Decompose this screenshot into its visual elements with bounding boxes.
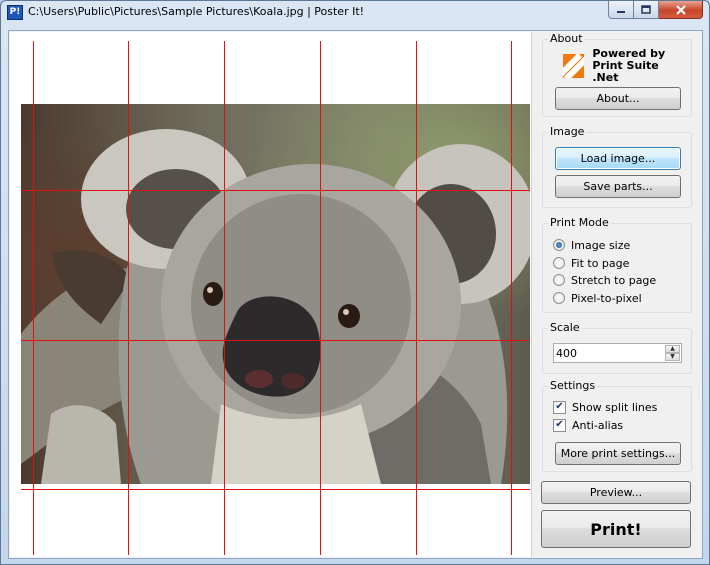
scale-group-title: Scale bbox=[548, 321, 582, 334]
minimize-icon bbox=[617, 10, 625, 13]
scale-stepper[interactable]: ▲ ▼ bbox=[553, 343, 682, 363]
poster-preview[interactable] bbox=[10, 32, 532, 557]
load-image-button[interactable]: Load image... bbox=[555, 147, 681, 170]
radio-button[interactable] bbox=[553, 239, 565, 251]
caption-buttons bbox=[608, 1, 703, 19]
scale-group: Scale ▲ ▼ bbox=[542, 321, 692, 374]
split-line-vertical bbox=[224, 41, 225, 555]
image-group-title: Image bbox=[548, 125, 587, 138]
save-parts-button[interactable]: Save parts... bbox=[555, 175, 681, 198]
app-window: P! C:\Users\Public\Pictures\Sample Pictu… bbox=[0, 0, 710, 565]
show-split-lines-checkbox[interactable]: ✔ bbox=[553, 400, 566, 414]
split-line-vertical bbox=[33, 41, 34, 555]
image-group: Image Load image... Save parts... bbox=[542, 125, 692, 208]
show-split-lines-checkbox-row[interactable]: ✔ Show split lines bbox=[553, 399, 657, 415]
radio-button[interactable] bbox=[553, 274, 565, 286]
split-line-vertical bbox=[416, 41, 417, 555]
window-title: C:\Users\Public\Pictures\Sample Pictures… bbox=[28, 5, 365, 18]
split-line-horizontal bbox=[21, 340, 530, 341]
settings-group: Settings ✔ Show split lines ✔ Anti-alias… bbox=[542, 379, 692, 472]
anti-alias-checkbox[interactable]: ✔ bbox=[553, 418, 566, 432]
sidebar: About Powered by Print Suite .Net About.… bbox=[540, 31, 700, 558]
settings-group-title: Settings bbox=[548, 379, 598, 392]
split-line-horizontal bbox=[21, 489, 530, 490]
radio-fit-to-page[interactable]: Fit to page bbox=[553, 255, 629, 271]
anti-alias-label: Anti-alias bbox=[572, 418, 624, 432]
print-suite-logo-icon bbox=[563, 54, 585, 78]
maximize-icon bbox=[641, 5, 651, 14]
more-print-settings-button[interactable]: More print settings... bbox=[555, 442, 681, 465]
radio-selected-dot bbox=[556, 242, 562, 248]
print-suite-logo[interactable]: Powered by Print Suite .Net bbox=[563, 48, 678, 84]
show-split-lines-label: Show split lines bbox=[572, 400, 658, 414]
radio-stretch-to-page[interactable]: Stretch to page bbox=[553, 272, 656, 288]
title-bar[interactable]: P! C:\Users\Public\Pictures\Sample Pictu… bbox=[1, 1, 709, 23]
split-line-vertical bbox=[128, 41, 129, 555]
minimize-button[interactable] bbox=[608, 1, 634, 19]
radio-button[interactable] bbox=[553, 257, 565, 269]
app-icon[interactable]: P! bbox=[7, 5, 23, 20]
radio-label: Fit to page bbox=[571, 256, 630, 270]
preview-button[interactable]: Preview... bbox=[541, 481, 691, 504]
logo-line-2: Print Suite .Net bbox=[592, 59, 659, 84]
maximize-button[interactable] bbox=[634, 1, 659, 19]
radio-label: Stretch to page bbox=[571, 273, 657, 287]
split-line-horizontal bbox=[21, 190, 530, 191]
about-group-title: About bbox=[548, 32, 585, 45]
radio-image-size[interactable]: Image size bbox=[553, 237, 630, 253]
print-mode-group-title: Print Mode bbox=[548, 216, 611, 229]
anti-alias-checkbox-row[interactable]: ✔ Anti-alias bbox=[553, 417, 623, 433]
spin-up-icon[interactable]: ▲ bbox=[665, 345, 680, 353]
spin-down-icon[interactable]: ▼ bbox=[665, 353, 680, 361]
split-line-vertical bbox=[320, 41, 321, 555]
radio-label: Image size bbox=[571, 238, 631, 252]
close-button[interactable] bbox=[659, 1, 703, 19]
close-icon bbox=[675, 4, 686, 15]
about-button[interactable]: About... bbox=[555, 87, 681, 110]
radio-label: Pixel-to-pixel bbox=[571, 291, 642, 305]
about-group: About Powered by Print Suite .Net About.… bbox=[542, 32, 692, 117]
scale-input[interactable] bbox=[556, 346, 664, 360]
scale-spin-buttons: ▲ ▼ bbox=[665, 345, 680, 361]
checkmark-icon: ✔ bbox=[555, 401, 564, 412]
print-button[interactable]: Print! bbox=[541, 510, 691, 548]
print-mode-group: Print Mode Image size Fit to page Stretc… bbox=[542, 216, 692, 313]
checkmark-icon: ✔ bbox=[555, 419, 564, 430]
client-area: About Powered by Print Suite .Net About.… bbox=[8, 30, 703, 559]
koala-illustration bbox=[21, 129, 530, 484]
radio-pixel-to-pixel[interactable]: Pixel-to-pixel bbox=[553, 290, 642, 306]
radio-button[interactable] bbox=[553, 292, 565, 304]
split-line-vertical bbox=[511, 41, 512, 555]
koala-image bbox=[21, 104, 530, 484]
